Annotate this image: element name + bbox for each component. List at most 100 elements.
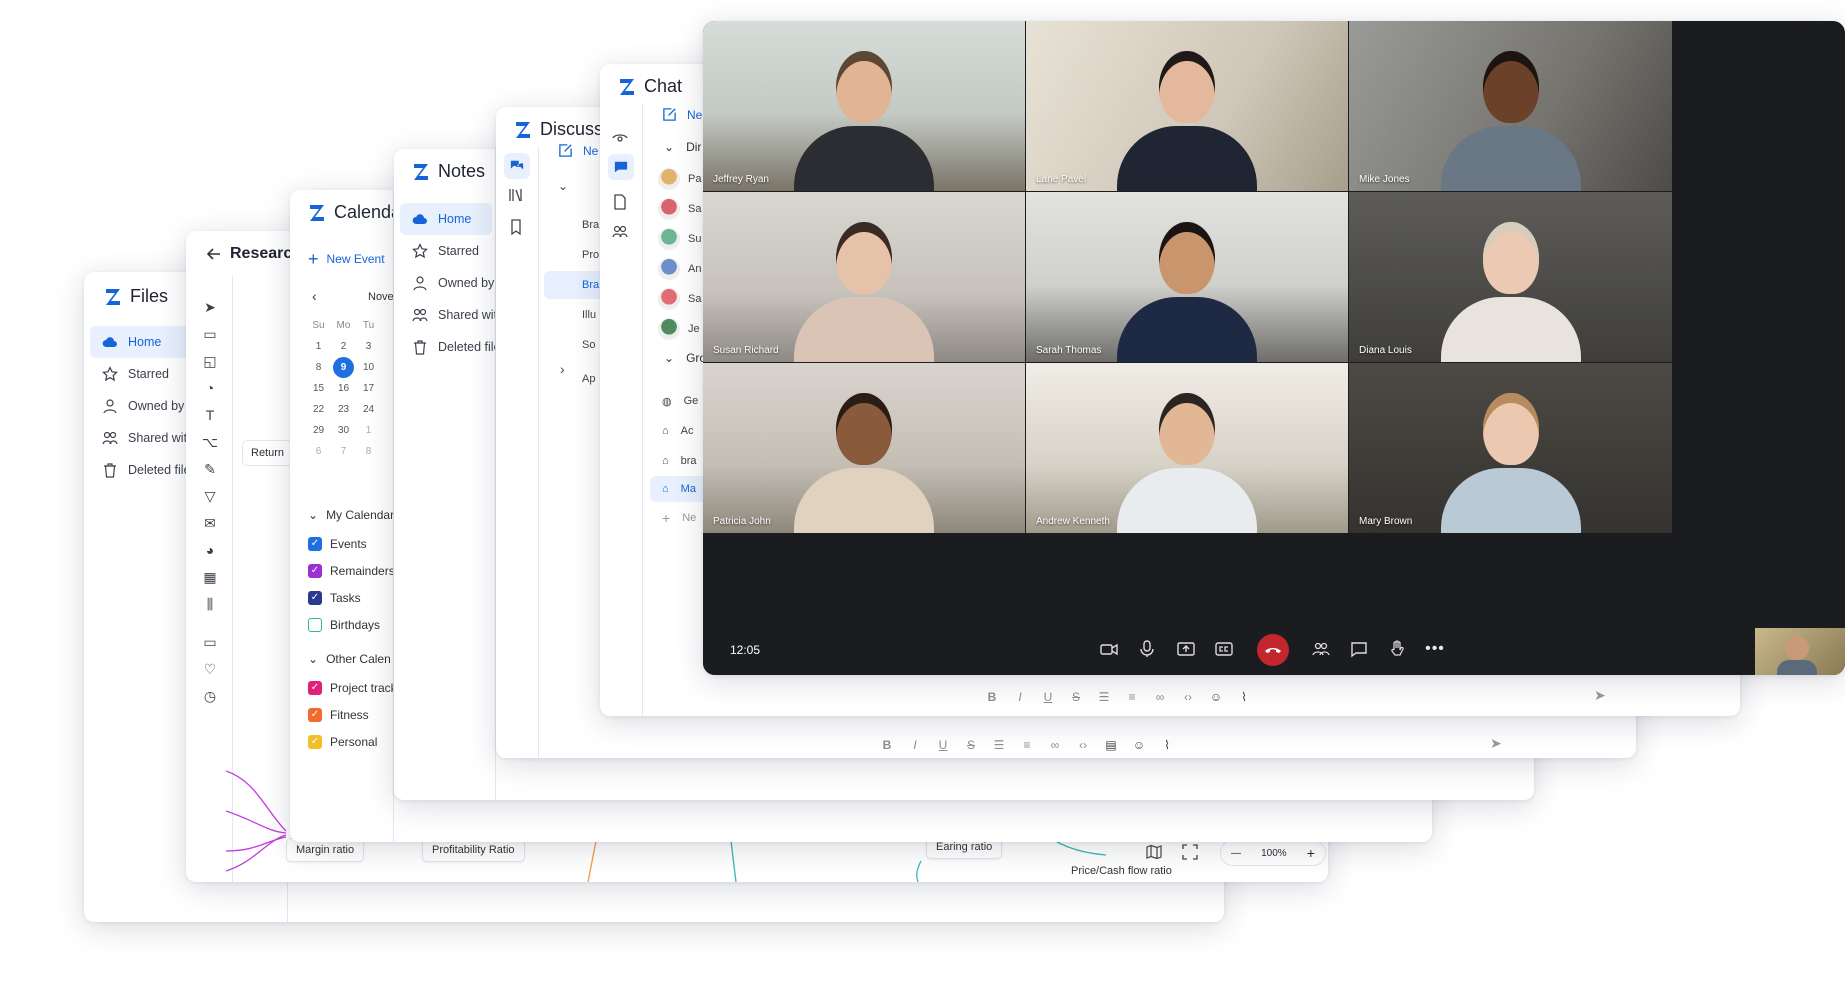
numbered-list-icon[interactable]: ☰	[992, 738, 1006, 752]
end-call-button[interactable]	[1257, 634, 1289, 666]
checkbox-checked-icon[interactable]: ✓	[308, 536, 322, 551]
group-section-header[interactable]: ⌄ Gro	[664, 351, 706, 365]
library-icon[interactable]	[508, 187, 524, 208]
calendar-day[interactable]: 8	[306, 357, 331, 378]
notes-nav-item[interactable]: Owned by m	[400, 267, 508, 299]
checkbox-checked-icon[interactable]: ✓	[308, 563, 322, 578]
month-prev-icon[interactable]: ‹	[312, 288, 317, 304]
italic-icon[interactable]: I	[908, 738, 922, 752]
calendar-day[interactable]: 1	[306, 336, 331, 357]
discussion-list-item[interactable]: Ap	[582, 365, 595, 393]
underline-icon[interactable]: U	[936, 738, 950, 752]
calendar-day[interactable]: 22	[306, 399, 331, 420]
comment-icon[interactable]: ▭	[200, 632, 220, 652]
zoom-in-button[interactable]: +	[1307, 845, 1315, 861]
chevron-down-icon[interactable]: ⌄	[558, 179, 568, 193]
bookmark-icon[interactable]	[508, 219, 524, 240]
attach-icon[interactable]: ⌇	[1237, 690, 1251, 704]
calendar-checkbox-item[interactable]: Birthdays	[308, 611, 397, 638]
chat-contact-item[interactable]: Su	[658, 228, 701, 250]
chat-channel-item[interactable]: ⌂ Ac	[662, 418, 694, 444]
bold-icon[interactable]: B	[880, 738, 894, 752]
code-icon[interactable]: ‹›	[1076, 738, 1090, 752]
raise-hand-icon[interactable]	[1385, 637, 1409, 661]
calendar-checkbox-item[interactable]: ✓ Fitness	[308, 701, 397, 728]
self-view-thumbnail[interactable]	[1755, 628, 1845, 675]
timer-icon[interactable]: ◷	[200, 686, 220, 706]
chat-icon[interactable]	[1347, 637, 1371, 661]
library-icon[interactable]: ⫼	[200, 594, 220, 614]
calendar-day[interactable]: 2	[331, 336, 356, 357]
map-view-icon[interactable]	[1146, 844, 1164, 862]
chat-bubble-icon[interactable]	[608, 154, 634, 180]
my-calendar-section-header[interactable]: ⌄ My Calendar	[308, 500, 397, 530]
video-tile[interactable]: Andrew Kenneth	[1026, 363, 1348, 533]
new-channel-button[interactable]: + Ne	[662, 510, 696, 526]
calendar-day[interactable]: 23	[331, 399, 356, 420]
calendar-day[interactable]: 10	[356, 357, 381, 378]
calendar-day[interactable]: 17	[356, 378, 381, 399]
discussion-list-item[interactable]: Pro	[582, 241, 599, 269]
pen-icon[interactable]: ✎	[200, 459, 220, 479]
fit-screen-icon[interactable]	[1182, 844, 1200, 862]
calendar-checkbox-item[interactable]: ✓ Remainders	[308, 557, 397, 584]
link-icon[interactable]: ∞	[1153, 690, 1167, 704]
video-tile[interactable]: Diana Louis	[1349, 192, 1672, 362]
attach-icon[interactable]: ⌇	[1160, 738, 1174, 752]
calendar-checkbox-item[interactable]: ✓ Project track	[308, 674, 397, 701]
checkbox-empty-icon[interactable]	[308, 617, 322, 632]
files-nav-item[interactable]: Starred	[90, 358, 190, 390]
calendar-checkbox-item[interactable]: ✓ Events	[308, 530, 397, 557]
chat-new-button[interactable]: Ne	[662, 107, 702, 122]
other-calendar-section-header[interactable]: ⌄ Other Calen	[308, 644, 397, 674]
participants-icon[interactable]	[1309, 637, 1333, 661]
calendar-day[interactable]: 6	[306, 441, 331, 462]
microphone-icon[interactable]	[1135, 637, 1159, 661]
video-tile[interactable]: Lane Pavel	[1026, 21, 1348, 191]
underline-icon[interactable]: U	[1041, 690, 1055, 704]
highlighter-icon[interactable]: ▽	[200, 486, 220, 506]
chat-contact-item[interactable]: Sa	[658, 288, 701, 310]
send-icon[interactable]: ➤	[1594, 687, 1606, 704]
contacts-icon[interactable]	[612, 224, 628, 245]
video-tile[interactable]: Sarah Thomas	[1026, 192, 1348, 362]
checkbox-checked-icon[interactable]: ✓	[308, 680, 322, 695]
video-tile[interactable]: Jeffrey Ryan	[703, 21, 1025, 191]
calendar-day[interactable]: 9	[333, 357, 354, 378]
mindnode-price-cash-flow-ratio[interactable]: Price/Cash flow ratio	[1062, 860, 1181, 882]
discussion-list-item[interactable]: Bra	[582, 211, 599, 239]
thumbs-up-icon[interactable]: ♡	[200, 659, 220, 679]
notes-nav-item[interactable]: Shared with	[400, 299, 504, 331]
chat-contact-item[interactable]: Sa	[658, 198, 701, 220]
dm-section-header[interactable]: ⌄ Dir	[664, 140, 701, 154]
chat-contact-item[interactable]: Je	[658, 318, 700, 340]
calendar-day[interactable]: 24	[356, 399, 381, 420]
return-chip[interactable]: Return	[242, 440, 294, 466]
more-options-icon[interactable]: •••	[1423, 637, 1447, 661]
calendar-checkbox-item[interactable]: ✓ Tasks	[308, 584, 397, 611]
discussion-list-item[interactable]: Illu	[582, 301, 596, 329]
checkbox-checked-icon[interactable]: ✓	[308, 734, 322, 749]
bullet-list-icon[interactable]: ≡	[1020, 738, 1034, 752]
discussion-list-item[interactable]: So	[582, 331, 595, 359]
bold-icon[interactable]: B	[985, 690, 999, 704]
eye-icon[interactable]	[612, 129, 628, 150]
chart-pie-icon[interactable]: ◕	[200, 540, 220, 560]
comment-add-icon[interactable]: ✉	[200, 513, 220, 533]
italic-icon[interactable]: I	[1013, 690, 1027, 704]
notes-nav-item[interactable]: Starred	[400, 235, 492, 267]
video-tile[interactable]: Patricia John	[703, 363, 1025, 533]
files-nav-item[interactable]: Deleted files	[90, 454, 197, 486]
chat-contact-item[interactable]: An	[658, 258, 701, 280]
discussions-chat-icon[interactable]	[504, 153, 530, 179]
back-arrow-icon[interactable]	[206, 246, 222, 262]
checkbox-checked-icon[interactable]: ✓	[308, 590, 322, 605]
notes-nav-item[interactable]: Deleted files	[400, 331, 507, 363]
captions-icon[interactable]	[1212, 637, 1236, 661]
calendar-day[interactable]: 15	[306, 378, 331, 399]
text-icon[interactable]: T	[200, 405, 220, 425]
files-nav-item[interactable]: Owned by m	[90, 390, 198, 422]
table-icon[interactable]: ▦	[200, 567, 220, 587]
strikethrough-icon[interactable]: S	[1069, 690, 1083, 704]
pointer-icon[interactable]: ➤	[200, 297, 220, 317]
